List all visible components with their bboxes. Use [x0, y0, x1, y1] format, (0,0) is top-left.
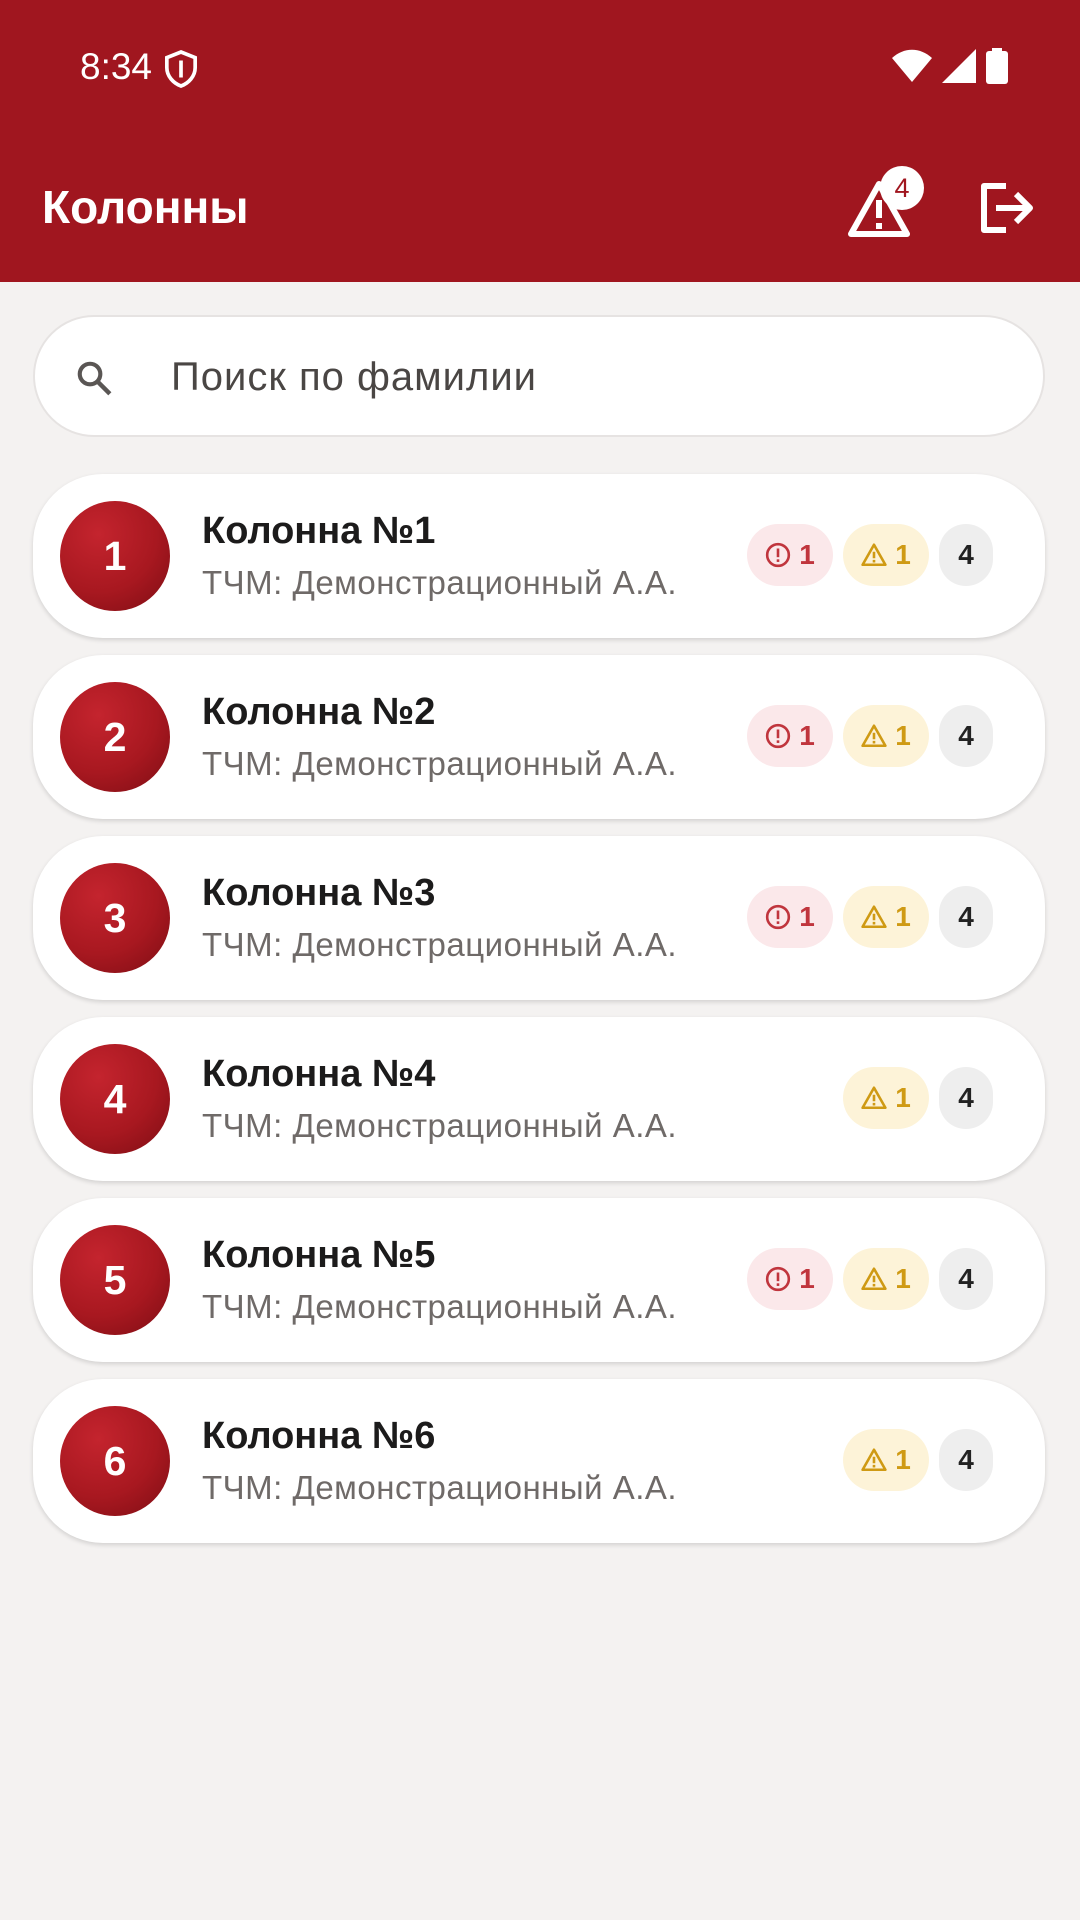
- error-count: 1: [799, 539, 815, 570]
- search-bar[interactable]: [33, 315, 1045, 437]
- warning-count: 1: [895, 539, 911, 570]
- column-tcm: ТЧМ: Демонстрационный А.А.: [202, 564, 678, 601]
- warning-count: 1: [895, 720, 911, 751]
- error-count: 1: [799, 1263, 815, 1294]
- warning-small-icon: [861, 1448, 887, 1472]
- column-stats: 1 4: [843, 1067, 993, 1129]
- total-count-chip: 4: [939, 524, 993, 586]
- column-card-4[interactable]: 4 Колонна №4 ТЧМ: Демонстрационный А.А. …: [33, 1017, 1045, 1181]
- column-name: Колонна №2: [202, 691, 436, 733]
- column-stats: 1 1 4: [747, 524, 993, 586]
- column-card-5[interactable]: 5 Колонна №5 ТЧМ: Демонстрационный А.А. …: [33, 1198, 1045, 1362]
- error-icon: [766, 723, 791, 749]
- warning-small-icon: [861, 724, 887, 748]
- warning-small-icon: [861, 1267, 887, 1291]
- error-count-chip: 1: [747, 1248, 833, 1310]
- column-tcm: ТЧМ: Демонстрационный А.А.: [202, 1469, 678, 1506]
- status-icons: [892, 48, 1008, 84]
- battery-icon: [986, 48, 1008, 84]
- column-card-1[interactable]: 1 Колонна №1 ТЧМ: Демонстрационный А.А. …: [33, 474, 1045, 638]
- logout-icon[interactable]: [978, 182, 1034, 234]
- search-icon: [77, 361, 112, 396]
- warning-small-icon: [861, 543, 887, 567]
- total-count-chip: 4: [939, 886, 993, 948]
- warning-count-chip: 1: [843, 886, 929, 948]
- alerts-badge: 4: [880, 166, 924, 210]
- column-number-avatar: 4: [60, 1044, 170, 1154]
- column-name: Колонна №3: [202, 872, 436, 914]
- total-count-chip: 4: [939, 1067, 993, 1129]
- warning-count-chip: 1: [843, 1067, 929, 1129]
- wifi-icon: [892, 49, 932, 82]
- warning-small-icon: [861, 1086, 887, 1110]
- column-tcm: ТЧМ: Демонстрационный А.А.: [202, 1107, 678, 1144]
- error-count-chip: 1: [747, 886, 833, 948]
- error-count: 1: [799, 720, 815, 751]
- warning-count: 1: [895, 1082, 911, 1113]
- warning-count: 1: [895, 901, 911, 932]
- column-number-avatar: 1: [60, 501, 170, 611]
- column-tcm: ТЧМ: Демонстрационный А.А.: [202, 926, 678, 963]
- search-input[interactable]: [169, 345, 993, 409]
- error-count-chip: 1: [747, 705, 833, 767]
- warning-count: 1: [895, 1444, 911, 1475]
- warning-count-chip: 1: [843, 705, 929, 767]
- column-name: Колонна №6: [202, 1415, 436, 1457]
- error-icon: [766, 1266, 791, 1292]
- error-count: 1: [799, 901, 815, 932]
- shield-icon: [164, 50, 198, 88]
- column-name: Колонна №4: [202, 1053, 436, 1095]
- column-number-avatar: 6: [60, 1406, 170, 1516]
- column-card-6[interactable]: 6 Колонна №6 ТЧМ: Демонстрационный А.А. …: [33, 1379, 1045, 1543]
- warning-count: 1: [895, 1263, 911, 1294]
- column-stats: 1 1 4: [747, 705, 993, 767]
- column-stats: 1 1 4: [747, 886, 993, 948]
- column-name: Колонна №1: [202, 510, 436, 552]
- column-number-avatar: 2: [60, 682, 170, 792]
- column-stats: 1 1 4: [747, 1248, 993, 1310]
- column-card-3[interactable]: 3 Колонна №3 ТЧМ: Демонстрационный А.А. …: [33, 836, 1045, 1000]
- warning-count-chip: 1: [843, 1248, 929, 1310]
- error-icon: [766, 904, 791, 930]
- column-stats: 1 4: [843, 1429, 993, 1491]
- warning-small-icon: [861, 905, 887, 929]
- app-bar: 8:34 Колонны 4: [0, 0, 1080, 282]
- warning-count-chip: 1: [843, 1429, 929, 1491]
- column-card-2[interactable]: 2 Колонна №2 ТЧМ: Демонстрационный А.А. …: [33, 655, 1045, 819]
- column-name: Колонна №5: [202, 1234, 436, 1276]
- status-time: 8:34: [80, 46, 153, 87]
- error-count-chip: 1: [747, 524, 833, 586]
- page-title: Колонны: [42, 181, 249, 233]
- column-number-avatar: 5: [60, 1225, 170, 1335]
- warning-count-chip: 1: [843, 524, 929, 586]
- error-icon: [766, 542, 791, 568]
- column-number-avatar: 3: [60, 863, 170, 973]
- column-tcm: ТЧМ: Демонстрационный А.А.: [202, 1288, 678, 1325]
- signal-icon: [942, 49, 976, 83]
- total-count-chip: 4: [939, 1429, 993, 1491]
- total-count-chip: 4: [939, 705, 993, 767]
- total-count-chip: 4: [939, 1248, 993, 1310]
- column-tcm: ТЧМ: Демонстрационный А.А.: [202, 745, 678, 782]
